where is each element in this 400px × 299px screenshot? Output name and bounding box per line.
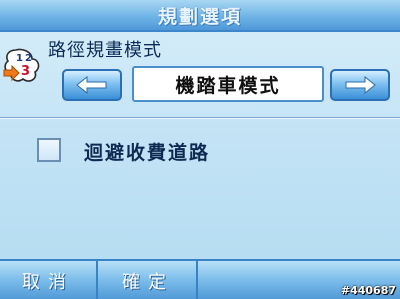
avoid-toll-label[interactable]: 迴避收費道路: [84, 138, 210, 165]
watermark-id: #440687: [340, 284, 396, 297]
section-divider: [0, 117, 400, 119]
route-mode-label: 路徑規畫模式: [48, 40, 162, 61]
next-mode-button[interactable]: [330, 69, 390, 101]
cancel-button[interactable]: 取消: [0, 261, 98, 299]
route-mode-value: 機踏車模式: [132, 66, 324, 102]
icon-digit-1: 1: [16, 53, 23, 64]
icon-digit-2: 2: [25, 53, 32, 64]
icon-digit-3: 3: [21, 64, 30, 79]
arrow-right-icon: [345, 76, 376, 94]
ok-button[interactable]: 確定: [100, 261, 198, 299]
title-bar: 規劃選項: [0, 0, 400, 32]
route-123-icon: 1 2 3: [2, 46, 42, 92]
previous-mode-button[interactable]: [62, 69, 122, 101]
avoid-toll-checkbox[interactable]: [37, 138, 61, 162]
route-options-screen: 規劃選項 1 2 3 路徑規畫模式 機踏車模式 迴避收費道路 取消 確定 #44…: [0, 0, 400, 299]
page-title: 規劃選項: [157, 6, 242, 28]
arrow-left-icon: [76, 76, 107, 94]
